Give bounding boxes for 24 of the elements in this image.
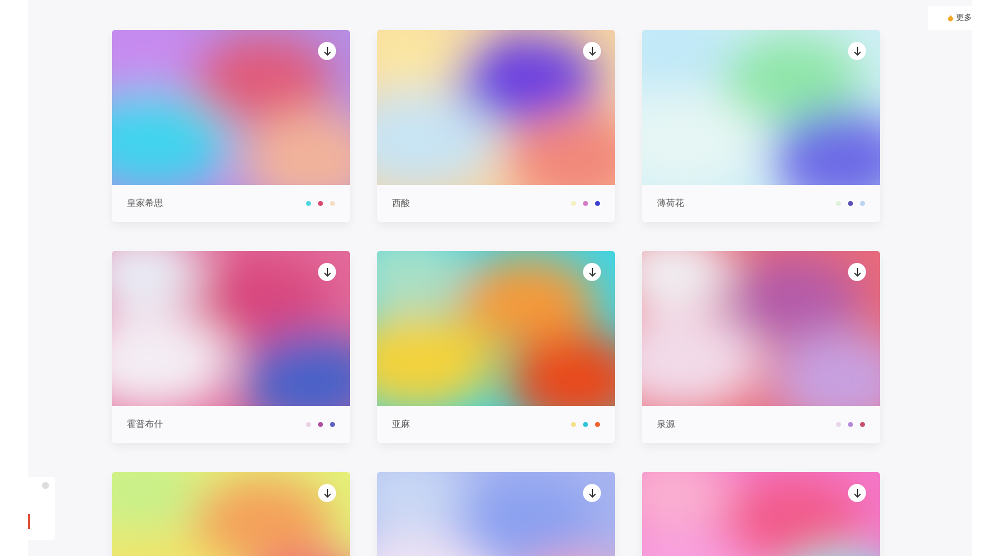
download-icon [588, 46, 596, 56]
download-icon [852, 267, 862, 277]
download-icon [852, 46, 862, 56]
gradient-name: 西酸 [392, 196, 410, 210]
gradient-name: 薄荷花 [657, 196, 684, 210]
download-icon [588, 488, 596, 498]
gradient-card[interactable]: 亚麻 [377, 251, 615, 443]
accent-bar [28, 514, 30, 529]
flame-icon [948, 14, 953, 22]
download-icon [322, 46, 332, 56]
download-icon [588, 267, 596, 277]
gradient-name: 泉源 [657, 418, 675, 431]
more-button[interactable]: 更多 [928, 6, 972, 30]
gradient-card[interactable]: 皇家希思 [112, 30, 350, 222]
gradient-name: 皇家希思 [127, 196, 163, 210]
gradient-name: 霍普布什 [127, 418, 163, 431]
download-icon [322, 488, 332, 498]
gradient-card[interactable]: 霍普布什 [112, 251, 350, 443]
download-icon [322, 267, 332, 277]
download-icon [852, 488, 862, 498]
gradient-card[interactable]: 泉源 [642, 251, 880, 443]
gradient-card[interactable]: 西酸 [377, 30, 615, 222]
gradient-card[interactable]: 薄荷花 [642, 30, 880, 222]
gradient-name: 亚麻 [392, 418, 410, 431]
